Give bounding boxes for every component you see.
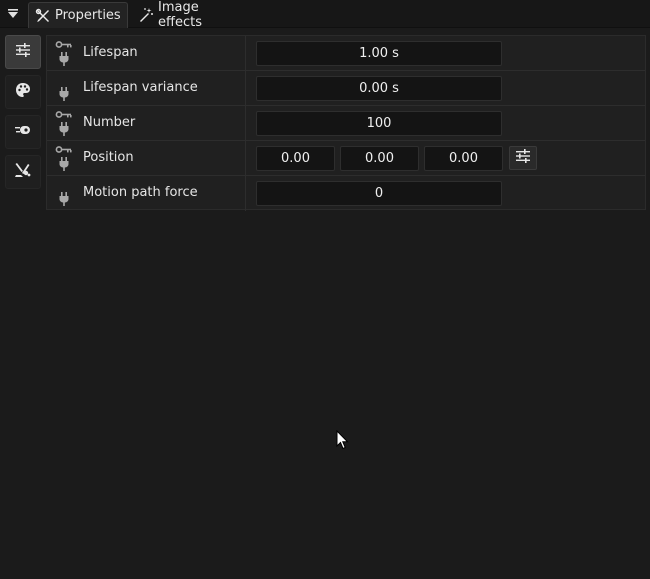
effects-icon bbox=[14, 162, 32, 182]
tab-properties[interactable]: Properties bbox=[28, 2, 128, 28]
sliders-icon bbox=[15, 43, 31, 61]
plug-icon[interactable] bbox=[58, 122, 70, 136]
lifespan-field[interactable]: 1.00 s bbox=[256, 41, 502, 66]
property-row-lifespan: Lifespan 1.00 s bbox=[47, 36, 645, 71]
plug-icon[interactable] bbox=[58, 192, 70, 206]
property-row-motion-path-force: Motion path force 0 bbox=[47, 176, 645, 211]
property-row-position: Position 0.00 0.00 0.00 bbox=[47, 141, 645, 176]
position-x-field[interactable]: 0.00 bbox=[256, 146, 335, 171]
position-y-field[interactable]: 0.00 bbox=[340, 146, 419, 171]
property-label: Number bbox=[83, 115, 136, 130]
property-row-number: Number 100 bbox=[47, 106, 645, 141]
property-label: Position bbox=[83, 150, 134, 165]
property-label: Motion path force bbox=[83, 185, 198, 200]
motion-path-force-field[interactable]: 0 bbox=[256, 181, 502, 206]
position-settings-button[interactable] bbox=[509, 146, 537, 170]
sliders-icon bbox=[515, 149, 531, 167]
sidebar-item-effects[interactable] bbox=[5, 155, 41, 189]
position-z-field[interactable]: 0.00 bbox=[424, 146, 503, 171]
palette-icon bbox=[15, 82, 31, 102]
tab-image-effects[interactable]: Image effects bbox=[132, 0, 252, 30]
tab-label: Properties bbox=[55, 8, 121, 23]
property-group-sidebar bbox=[5, 35, 43, 195]
plug-icon[interactable] bbox=[58, 52, 70, 66]
property-label: Lifespan bbox=[83, 45, 138, 60]
mouse-cursor-icon bbox=[336, 429, 350, 450]
sidebar-item-properties[interactable] bbox=[5, 35, 41, 69]
magic-wand-icon bbox=[138, 7, 154, 23]
number-field[interactable]: 100 bbox=[256, 111, 502, 136]
tools-icon bbox=[35, 8, 51, 24]
tab-bar: Properties Image effects bbox=[0, 0, 650, 30]
property-row-lifespan-variance: Lifespan variance 0.00 s bbox=[47, 71, 645, 106]
plug-icon[interactable] bbox=[58, 157, 70, 171]
sidebar-item-behaviors[interactable] bbox=[5, 115, 41, 149]
sidebar-item-appearance[interactable] bbox=[5, 75, 41, 109]
plug-icon[interactable] bbox=[58, 87, 70, 101]
behaviors-icon bbox=[14, 123, 32, 141]
property-label: Lifespan variance bbox=[83, 80, 198, 95]
tab-label: Image effects bbox=[158, 0, 202, 30]
properties-panel: Lifespan 1.00 s Lifespan variance 0.00 s bbox=[46, 35, 646, 211]
lifespan-variance-field[interactable]: 0.00 s bbox=[256, 76, 502, 101]
collapse-arrow-icon[interactable] bbox=[4, 6, 22, 22]
